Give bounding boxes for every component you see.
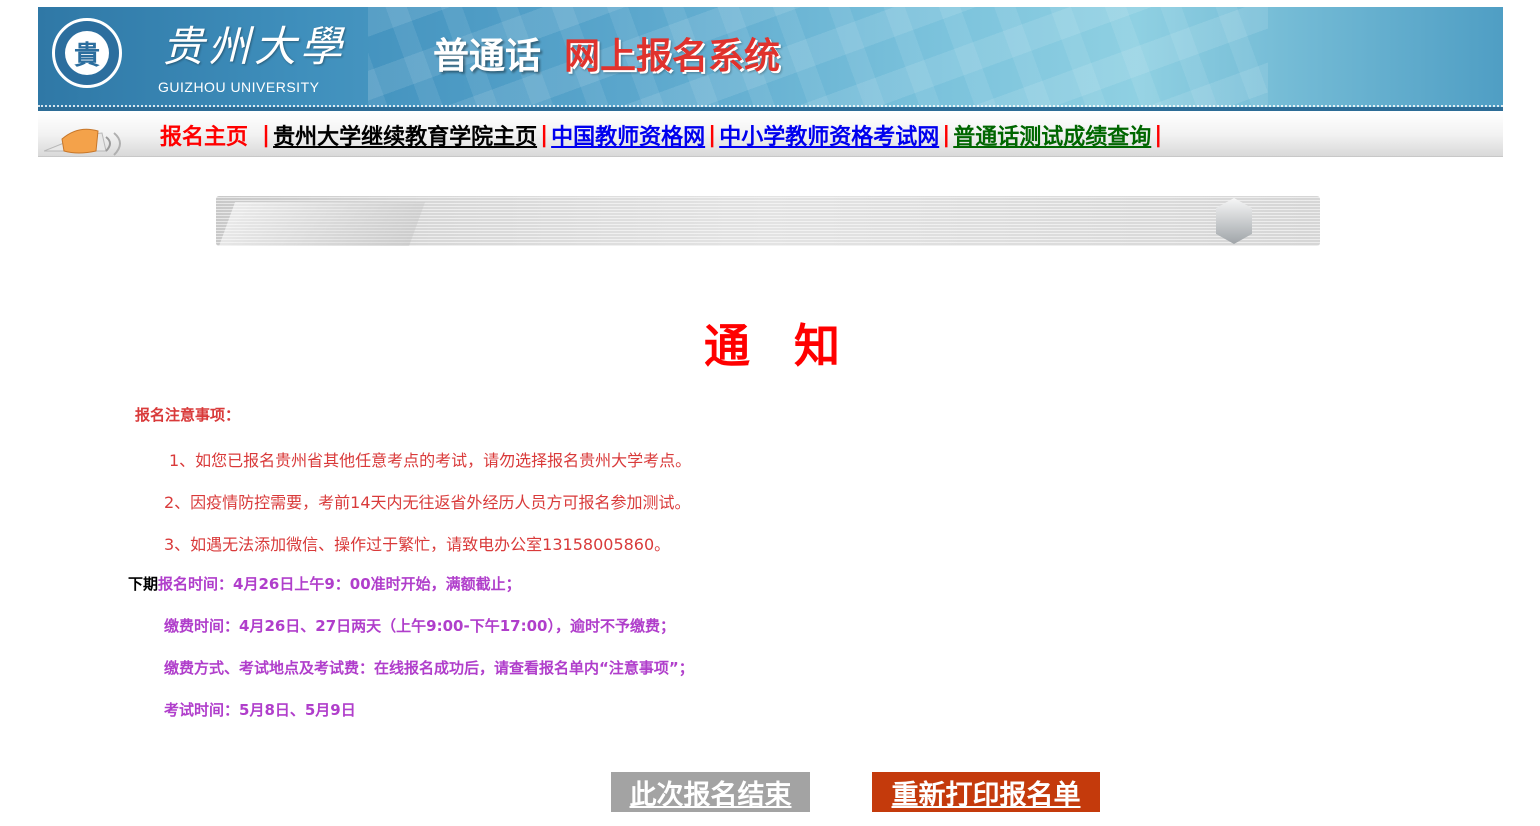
note-item-1: 1、如您已报名贵州省其他任意考点的考试，请勿选择报名贵州大学考点。 [169, 451, 692, 470]
crystal-gem-icon [1216, 198, 1252, 244]
nav-separator: | [262, 122, 271, 148]
navigation-bar: 报名主页 | 贵州大学继续教育学院主页 | 中国教师资格网 | 中小学教师资格考… [38, 113, 1503, 157]
keyboard-key-graphic [216, 202, 426, 246]
note-item-2: 2、因疫情防控需要，考前14天内无往返省外经历人员方可报名参加测试。 [164, 493, 691, 512]
decorative-banner-strip [216, 196, 1320, 246]
system-title-online-registration: 网上报名系统 [564, 35, 781, 77]
header-bottom-band [38, 107, 1503, 111]
period-label: 下期 [128, 575, 159, 593]
university-name-chinese: 贵州大學 [162, 22, 347, 71]
nav-separator: | [1154, 122, 1163, 148]
university-seal-logo: 貴 [52, 18, 122, 88]
registration-notes-heading: 报名注意事项： [135, 406, 241, 424]
speaker-bubble-icon [44, 128, 121, 156]
payment-time-text: 缴费时间：4月26日、27日两天（上午9:00-下午17:00），逾时不予缴费； [164, 617, 675, 635]
nav-separator: | [708, 122, 717, 148]
nav-separator: | [942, 122, 951, 148]
registration-ended-button[interactable]: 此次报名结束 [611, 772, 810, 812]
next-period-registration-time: 下期报名时间：4月26日上午9：00准时开始，满额截止； [128, 573, 521, 594]
nav-link-school-teacher-exam[interactable]: 中小学教师资格考试网 [719, 119, 939, 151]
nav-links: 报名主页 | 贵州大学继续教育学院主页 | 中国教师资格网 | 中小学教师资格考… [160, 119, 1165, 151]
registration-time-text: 报名时间：4月26日上午9：00准时开始，满额截止； [158, 575, 521, 593]
nav-link-china-teacher-qualification[interactable]: 中国教师资格网 [551, 119, 705, 151]
nav-link-continuing-education[interactable]: 贵州大学继续教育学院主页 [273, 119, 537, 151]
system-title-putonghua: 普通话 [433, 35, 542, 77]
university-name-english: GUIZHOU UNIVERSITY [158, 79, 320, 95]
nav-separator: | [540, 122, 549, 148]
nav-link-registration-home[interactable]: 报名主页 [160, 119, 248, 151]
seal-character: 貴 [65, 31, 109, 75]
nav-link-score-query[interactable]: 普通话测试成绩查询 [953, 119, 1151, 151]
payment-method-text: 缴费方式、考试地点及考试费：在线报名成功后，请查看报名单内“注意事项”； [164, 659, 694, 677]
note-item-3: 3、如遇无法添加微信、操作过于繁忙，请致电办公室13158005860。 [164, 535, 671, 554]
header-banner: 貴 贵州大學 GUIZHOU UNIVERSITY 普通话 网上报名系统 [38, 7, 1503, 111]
reprint-registration-form-button[interactable]: 重新打印报名单 [872, 772, 1100, 812]
exam-time-text: 考试时间：5月8日、5月9日 [164, 701, 356, 719]
notice-title: 通 知 [703, 319, 854, 373]
